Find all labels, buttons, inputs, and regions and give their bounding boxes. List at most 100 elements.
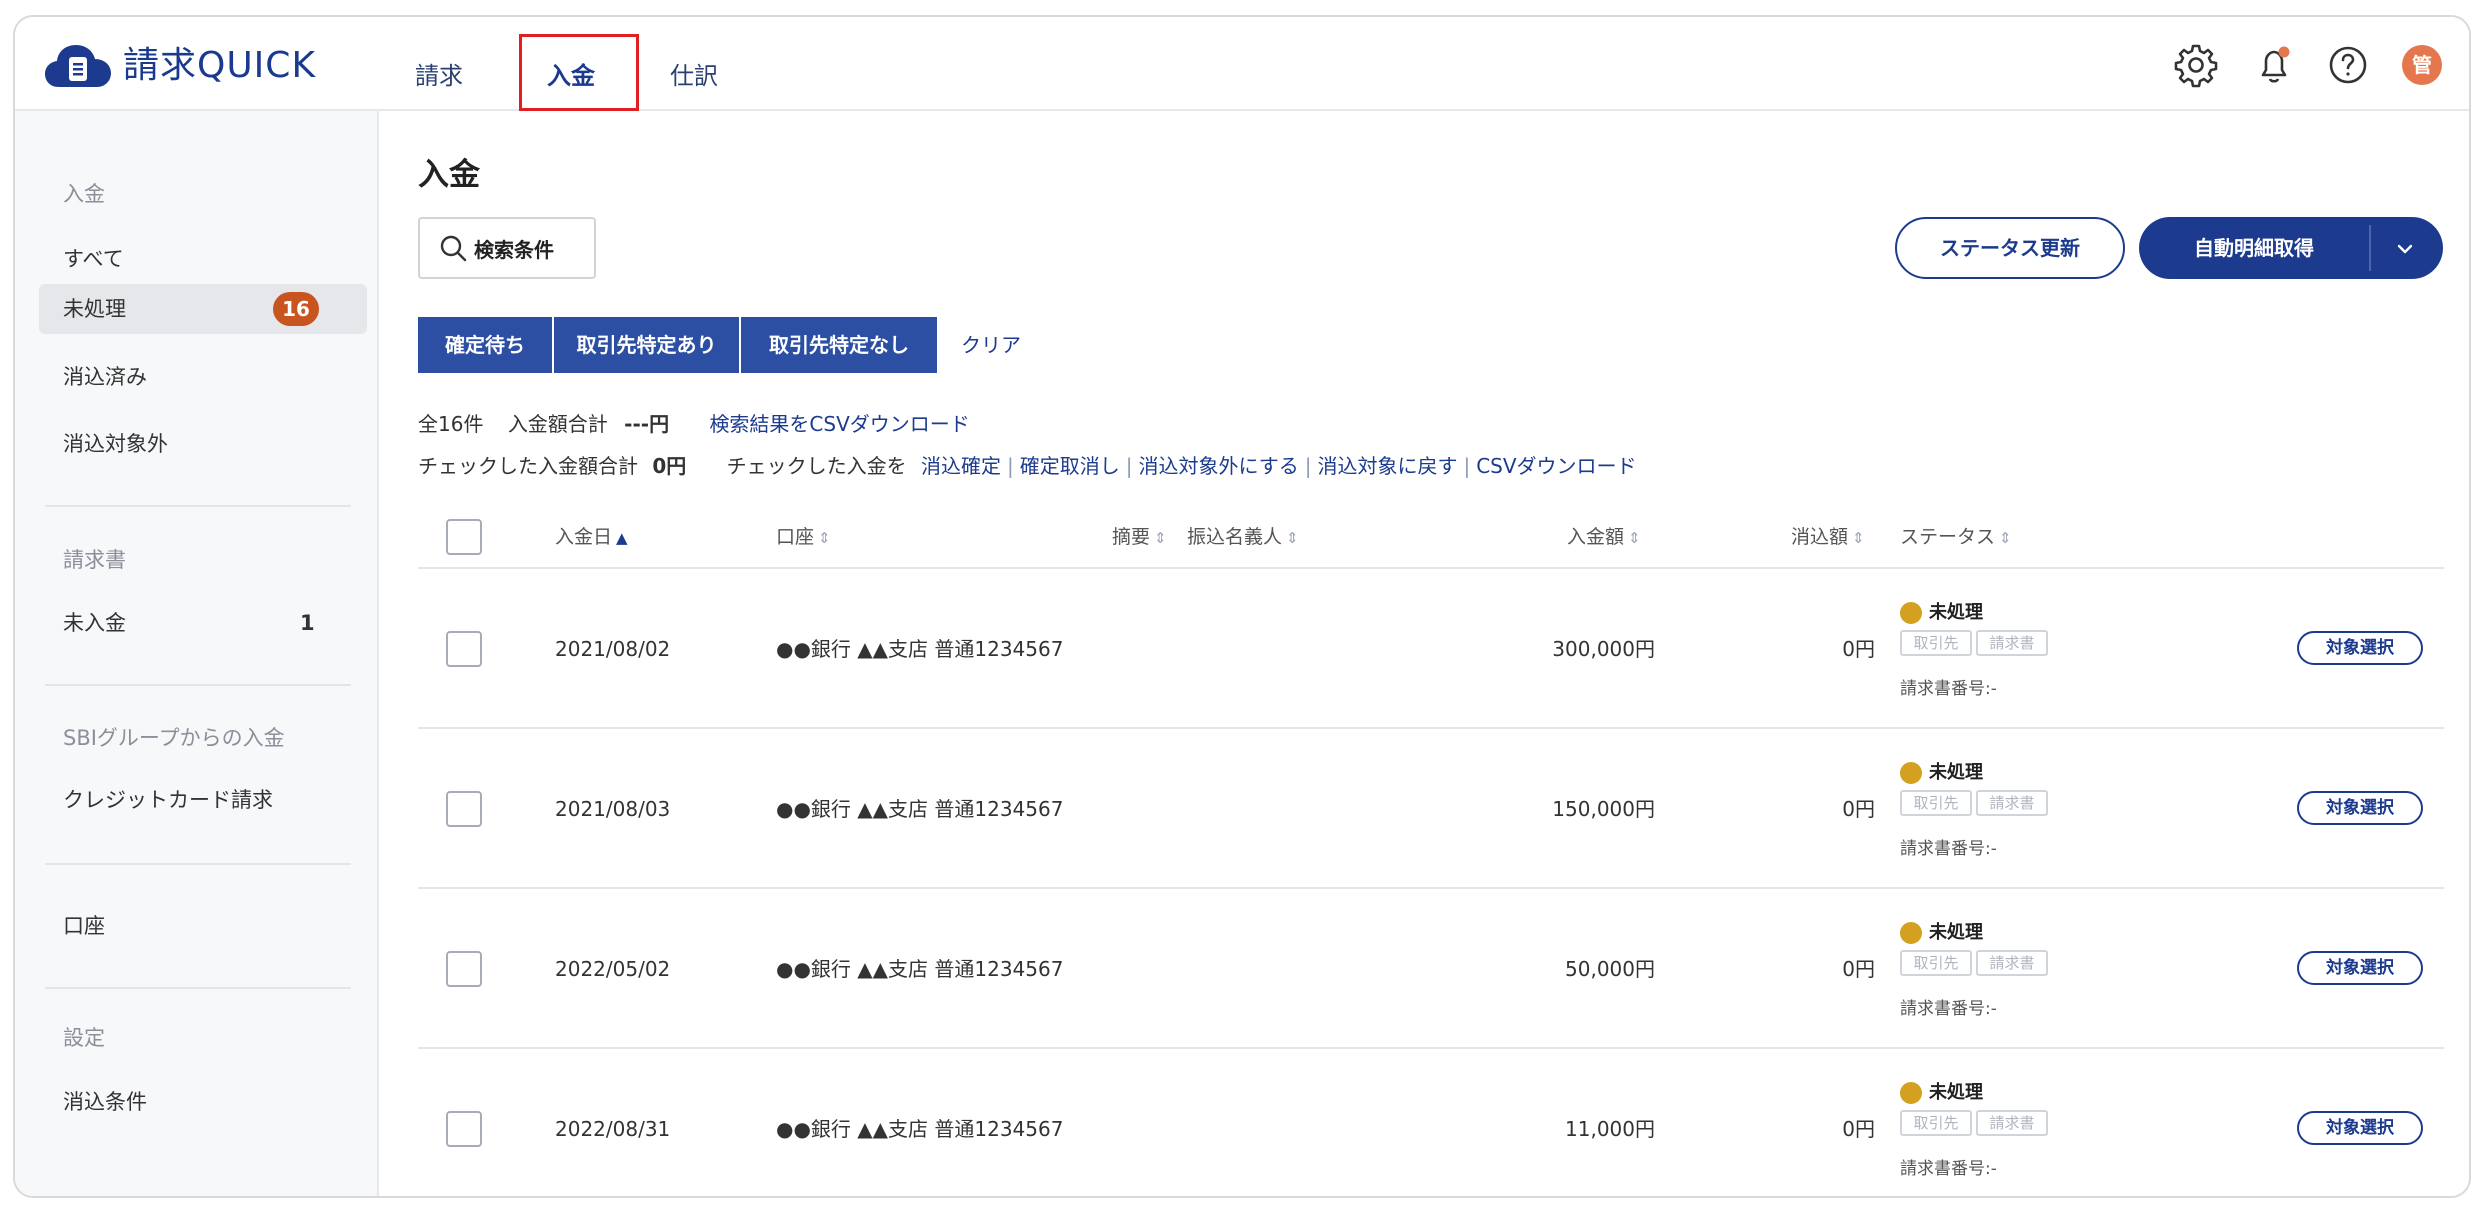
sort-icon: ⇕	[1154, 529, 1167, 547]
row-cleared: 0円	[1842, 637, 1875, 661]
client-chip: 取引先	[1900, 630, 1972, 656]
invoice-chip: 請求書	[1976, 630, 2048, 656]
status-label: 未処理	[1929, 602, 1983, 623]
sidebar-item-unprocessed[interactable]: 未処理	[63, 295, 126, 323]
checked-amount-label: チェックした入金額合計	[418, 454, 638, 478]
row-account: ●●銀行 ▲▲支店 普通1234567	[776, 1117, 1064, 1141]
sidebar-item-cleared[interactable]: 消込済み	[63, 363, 147, 391]
status-dot	[1900, 1082, 1922, 1104]
total-count: 全16件	[418, 412, 484, 436]
amount-total-label: 入金額合計	[507, 412, 608, 436]
column-header-status[interactable]: ステータス ⇕	[1900, 523, 2012, 552]
row-account: ●●銀行 ▲▲支店 普通1234567	[776, 637, 1064, 661]
row-account: ●●銀行 ▲▲支店 普通1234567	[776, 957, 1064, 981]
filter-pending-confirmation[interactable]: 確定待ち	[418, 317, 552, 373]
row-divider	[418, 1047, 2444, 1049]
invoice-number: 請求書番号:-	[1900, 839, 1997, 859]
filter-client-identified[interactable]: 取引先特定あり	[554, 317, 739, 373]
select-target-button[interactable]: 対象選択	[2297, 791, 2423, 825]
checked-summary-line: チェックした入金額合計 0円 チェックした入金を 消込確定 | 確定取消し | 消込対象…	[418, 451, 1637, 481]
sidebar-section-settings: 設定	[63, 1026, 105, 1050]
invoice-number: 請求書番号:-	[1900, 1159, 1997, 1179]
sidebar-item-unpaid[interactable]: 未入金	[63, 609, 126, 637]
separator: |	[1007, 454, 1014, 478]
action-restore[interactable]: 消込対象に戻す	[1317, 454, 1457, 478]
sort-icon: ⇕	[1852, 529, 1865, 547]
column-label-amount: 入金額	[1567, 526, 1625, 548]
invoice-chip: 請求書	[1976, 1110, 2048, 1136]
status-dot	[1900, 922, 1922, 944]
column-label-cleared: 消込額	[1791, 526, 1849, 548]
row-checkbox[interactable]	[446, 951, 482, 987]
column-label-summary: 摘要	[1112, 526, 1151, 548]
sidebar-item-all[interactable]: すべて	[63, 245, 124, 273]
app-logo[interactable]: 請求QUICK	[45, 43, 316, 89]
auto-fetch-label: 自動明細取得	[2194, 236, 2314, 260]
row-date: 2022/05/02	[555, 957, 671, 981]
row-amount: 300,000円	[1552, 637, 1655, 661]
help-icon[interactable]	[2325, 42, 2371, 88]
auto-fetch-button[interactable]: 自動明細取得	[2139, 217, 2443, 279]
column-header-payer[interactable]: 振込名義人 ⇕	[1187, 523, 1299, 552]
action-cancel-confirmation[interactable]: 確定取消し	[1020, 454, 1120, 478]
csv-results-link[interactable]: 検索結果をCSVダウンロード	[709, 412, 969, 436]
bell-icon[interactable]	[2251, 42, 2297, 88]
sidebar-item-credit-card[interactable]: クレジットカード請求	[63, 786, 273, 814]
tab-journal[interactable]: 仕訳	[670, 61, 718, 91]
invoice-chip: 請求書	[1976, 790, 2048, 816]
sidebar-divider	[45, 684, 351, 686]
page-title: 入金	[418, 157, 480, 193]
invoice-number: 請求書番号:-	[1900, 679, 1997, 699]
row-date: 2021/08/02	[555, 637, 671, 661]
unpaid-count: 1	[300, 611, 315, 635]
select-target-button[interactable]: 対象選択	[2297, 1111, 2423, 1145]
table-header-divider	[418, 567, 2444, 569]
chevron-down-icon[interactable]	[2393, 237, 2417, 261]
invoice-chip: 請求書	[1976, 950, 2048, 976]
row-date: 2021/08/03	[555, 797, 671, 821]
action-exclude[interactable]: 消込対象外にする	[1139, 454, 1299, 478]
sidebar-item-account[interactable]: 口座	[63, 912, 105, 940]
select-target-button[interactable]: 対象選択	[2297, 951, 2423, 985]
sidebar-section-payment: 入金	[63, 182, 105, 206]
column-header-date[interactable]: 入金日 ▲	[555, 523, 628, 552]
row-date: 2022/08/31	[555, 1117, 671, 1141]
gear-icon[interactable]	[2173, 42, 2219, 88]
app-window: 請求QUICK 請求 入金 仕訳 管 入金 すべて 未処理 16 消込済み 消込…	[13, 15, 2471, 1198]
status-update-button[interactable]: ステータス更新	[1895, 217, 2125, 279]
column-header-cleared[interactable]: 消込額 ⇕	[1791, 523, 1865, 552]
column-header-summary[interactable]: 摘要 ⇕	[1112, 523, 1167, 552]
select-all-checkbox[interactable]	[446, 519, 482, 555]
top-header: 請求QUICK 請求 入金 仕訳 管	[15, 17, 2469, 111]
sidebar-item-clearing-conditions[interactable]: 消込条件	[63, 1088, 147, 1116]
row-checkbox[interactable]	[446, 791, 482, 827]
tab-invoice[interactable]: 請求	[415, 61, 463, 91]
search-conditions-button[interactable]: 検索条件	[418, 217, 596, 279]
sidebar-divider	[45, 505, 351, 507]
column-header-amount[interactable]: 入金額 ⇕	[1567, 523, 1641, 552]
status-dot	[1900, 762, 1922, 784]
column-header-account[interactable]: 口座 ⇕	[776, 523, 831, 552]
invoice-number: 請求書番号:-	[1900, 999, 1997, 1019]
clear-filter-link[interactable]: クリア	[961, 330, 1021, 360]
user-avatar[interactable]: 管	[2402, 45, 2442, 85]
client-chip: 取引先	[1900, 790, 1972, 816]
row-checkbox[interactable]	[446, 631, 482, 667]
action-confirm-clearing[interactable]: 消込確定	[921, 454, 1001, 478]
sidebar-divider	[45, 863, 351, 865]
row-cleared: 0円	[1842, 1117, 1875, 1141]
separator: |	[1125, 454, 1133, 478]
filter-client-unidentified[interactable]: 取引先特定なし	[741, 317, 937, 373]
row-cleared: 0円	[1842, 797, 1875, 821]
action-csv-download[interactable]: CSVダウンロード	[1476, 454, 1636, 478]
row-account: ●●銀行 ▲▲支店 普通1234567	[776, 797, 1064, 821]
select-target-button[interactable]: 対象選択	[2297, 631, 2423, 665]
sort-icon: ⇕	[1999, 529, 2012, 547]
sidebar-item-excluded[interactable]: 消込対象外	[63, 430, 168, 458]
row-divider	[418, 887, 2444, 889]
sidebar-divider	[45, 987, 351, 989]
row-checkbox[interactable]	[446, 1111, 482, 1147]
column-label-status: ステータス	[1900, 526, 1996, 548]
row-amount: 11,000円	[1565, 1117, 1655, 1141]
sidebar-section-sbi: SBIグループからの入金	[63, 726, 285, 750]
